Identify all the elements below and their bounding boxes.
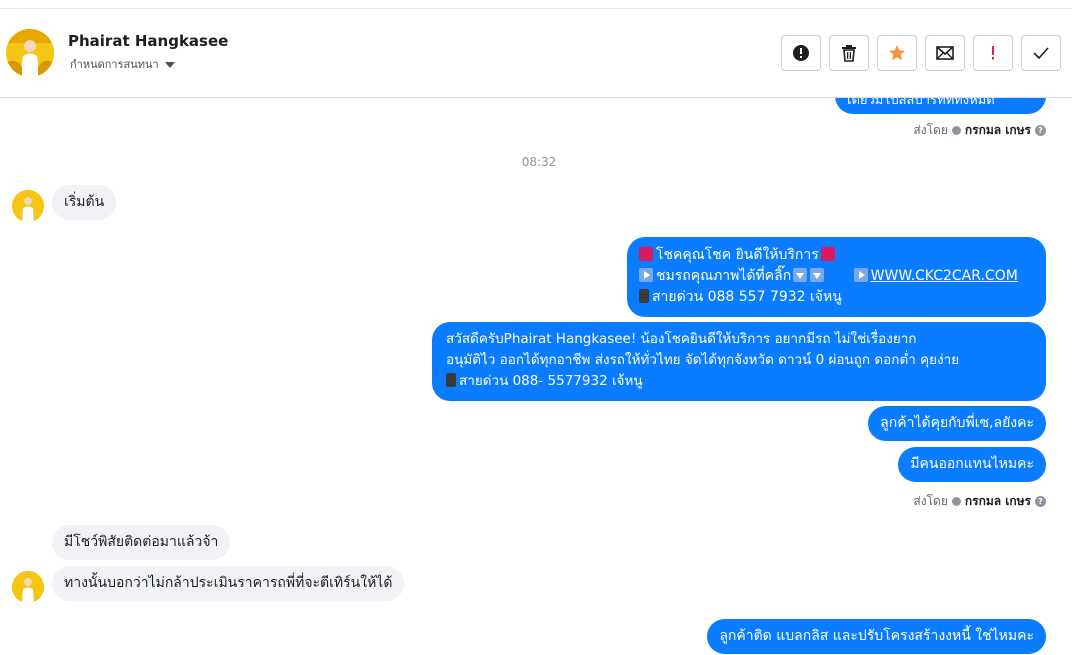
message-text: ชมรถคุณภาพได้ที่คลิ๊ก — [656, 268, 792, 284]
conversation-header: Phairat Hangkasee กำหนดการสนทนา — [0, 9, 1072, 98]
message-timestamp: 08:32 — [521, 155, 557, 169]
mark-alert-button[interactable] — [781, 35, 821, 71]
assign-conversation-dropdown[interactable]: กำหนดการสนทนา — [70, 55, 175, 73]
message-text: ลูกค้าติด แบลกลิส และปรับโครงสร้างงหนี้ … — [719, 628, 1034, 644]
sparkle-emoji-icon — [639, 247, 653, 261]
sparkle-emoji-icon — [820, 247, 835, 261]
phone-emoji-icon — [446, 373, 456, 387]
message-bubble-outgoing[interactable]: เตียวมีโปสสิบาร์ท์ที่ทั้งหมด — [835, 98, 1046, 114]
mark-spam-button[interactable] — [973, 35, 1013, 71]
sender-name: กรกมล เกษร — [964, 494, 1031, 508]
alert-icon — [793, 45, 809, 61]
website-link[interactable]: WWW.CKC2CAR.COM — [871, 268, 1018, 284]
message-text: ทางนั้นบอกว่าไม่กล้าประเมินราคารถพี่ที่จ… — [64, 575, 393, 591]
star-icon — [889, 45, 905, 61]
verified-icon — [951, 126, 961, 135]
message-bubble-incoming[interactable]: เริ่มต้น — [52, 185, 117, 220]
message-bubble-outgoing[interactable]: ลูกค้าติด แบลกลิส และปรับโครงสร้างงหนี้ … — [707, 619, 1046, 654]
message-bubble-outgoing[interactable]: ลูกค้าได้คุยกับพี่เซ,ลยังคะ — [868, 406, 1046, 441]
star-button[interactable] — [877, 35, 917, 71]
sent-by-info: ส่งโดย กรกมล เกษร ? — [913, 492, 1046, 511]
mark-done-button[interactable] — [1021, 35, 1061, 71]
sent-by-prefix: ส่งโดย — [913, 494, 948, 508]
message-bubble-incoming[interactable]: ทางนั้นบอกว่าไม่กล้าประเมินราคารถพี่ที่จ… — [52, 566, 405, 601]
contact-name: Phairat Hangkasee — [68, 32, 229, 50]
trash-icon — [842, 45, 856, 62]
message-text: มีโชว์พิสัยติดต่อมาแล้วจ้า — [64, 534, 219, 550]
message-bubble-outgoing[interactable]: มีคนออกแทนไหมคะ — [898, 447, 1046, 482]
message-text: สวัสดีครับPhairat Hangkasee! น้องโชคยินด… — [446, 331, 917, 347]
mark-unread-button[interactable] — [925, 35, 965, 71]
message-text: ลูกค้าได้คุยกับพี่เซ,ลยังคะ — [880, 415, 1034, 431]
contact-avatar-small — [12, 571, 44, 603]
down-arrow-emoji-icon — [793, 268, 808, 282]
message-bubble-incoming[interactable]: มีโชว์พิสัยติดต่อมาแล้วจ้า — [52, 525, 231, 560]
phone-emoji-icon — [639, 289, 649, 303]
conversation-toolbar — [781, 35, 1061, 71]
message-bubble-outgoing[interactable]: สวัสดีครับPhairat Hangkasee! น้องโชคยินด… — [432, 322, 1046, 401]
check-icon — [1033, 47, 1049, 59]
message-text: เตียวมีโปสสิบาร์ท์ที่ทั้งหมด — [847, 98, 995, 108]
help-icon[interactable]: ? — [1035, 496, 1046, 507]
assign-label: กำหนดการสนทนา — [70, 58, 159, 71]
message-bubble-outgoing[interactable]: โชคคุณโชค ยินดีให้บริการ ชมรถคุณภาพได้ที… — [627, 237, 1046, 317]
message-text: สายด่วน 088- 5577932 เจ้หนู — [459, 373, 643, 389]
sent-by-info: ส่งโดย กรกมล เกษร ? — [913, 121, 1046, 140]
play-emoji-icon — [639, 268, 653, 282]
message-text: เริ่มต้น — [64, 194, 105, 210]
contact-avatar[interactable] — [6, 29, 54, 77]
message-text: อนุมัติไว ออกได้ทุกอาชีพ ส่งรถให้ทั่วไทย… — [446, 352, 960, 368]
message-text: มีคนออกแทนไหมคะ — [910, 456, 1034, 472]
mail-icon — [936, 46, 954, 60]
spam-icon — [992, 46, 994, 60]
delete-button[interactable] — [829, 35, 869, 71]
play-emoji-icon — [853, 268, 868, 282]
message-text: สายด่วน 088 557 7932 เจ้หนู — [652, 289, 842, 305]
sender-name: กรกมล เกษร — [964, 123, 1031, 137]
sent-by-prefix: ส่งโดย — [913, 123, 948, 137]
help-icon[interactable]: ? — [1035, 125, 1046, 136]
down-arrow-emoji-icon — [810, 268, 825, 282]
caret-down-icon — [164, 62, 175, 68]
verified-icon — [951, 497, 961, 506]
message-thread[interactable]: เตียวมีโปสสิบาร์ท์ที่ทั้งหมด ส่งโดย กรกม… — [0, 98, 1072, 655]
contact-avatar-small — [12, 190, 44, 222]
message-text: โชคคุณโชค ยินดีให้บริการ — [656, 247, 819, 263]
